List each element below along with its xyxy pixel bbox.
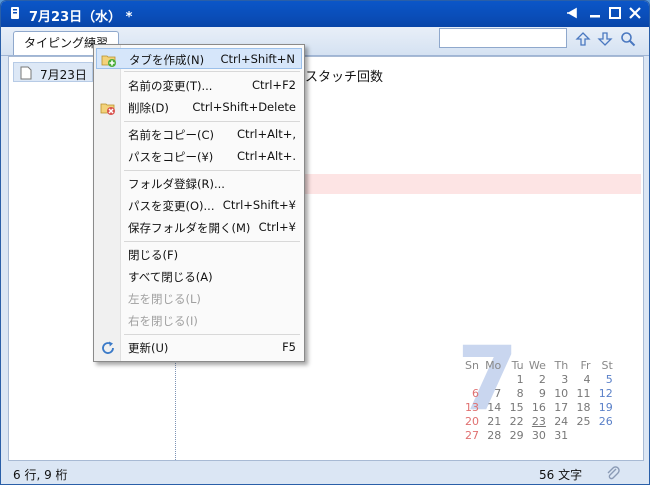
- calendar-day: 4: [583, 373, 591, 386]
- calendar-day: 27: [465, 429, 479, 442]
- search-input[interactable]: [439, 28, 567, 48]
- calendar-day: 25: [576, 415, 591, 428]
- calendar-day: 29: [509, 429, 524, 442]
- menu-item-close-right[interactable]: 右を閉じる(I): [96, 310, 302, 331]
- calendar-day: 16: [531, 401, 546, 414]
- delete-folder-icon: [100, 103, 115, 115]
- arrow-down-icon[interactable]: [597, 31, 613, 47]
- document-icon: [20, 66, 32, 80]
- menu-item-copy-path[interactable]: パスをコピー(¥) Ctrl+Alt+.: [96, 146, 302, 167]
- minimize-icon[interactable]: [588, 6, 602, 20]
- title-bar[interactable]: 7月23日（水） *: [1, 1, 649, 27]
- calendar-day: 9: [538, 387, 546, 400]
- calendar-day: 2: [538, 373, 546, 386]
- calendar-day: 19: [598, 401, 613, 414]
- menu-item-register-folder[interactable]: フォルダ登録(R)...: [96, 173, 302, 194]
- editor-text[interactable]: スタッチ回数: [305, 66, 383, 85]
- maximize-icon[interactable]: [608, 6, 622, 20]
- calendar-day: 1: [516, 373, 524, 386]
- close-icon[interactable]: [628, 6, 642, 20]
- calendar-day: 8: [516, 387, 524, 400]
- menu-item-copy-name[interactable]: 名前をコピー(C) Ctrl+Alt+,: [96, 124, 302, 145]
- calendar-day: 17: [554, 401, 569, 414]
- calendar-weekday-header: Sn: [465, 359, 479, 372]
- calendar-day: 22: [509, 415, 524, 428]
- calendar-day: 15: [509, 401, 524, 414]
- calendar-day: 30: [531, 429, 546, 442]
- app-icon[interactable]: [8, 6, 22, 20]
- calendar-day: 20: [465, 415, 479, 428]
- context-menu: タブを作成(N) Ctrl+Shift+N 名前の変更(T)... Ctrl+F…: [93, 44, 305, 362]
- calendar-day: 21: [487, 415, 502, 428]
- menu-separator: [124, 334, 300, 335]
- refresh-icon: [102, 341, 114, 354]
- window-title: 7月23日（水） *: [29, 10, 133, 25]
- calendar-weekday-header: St: [601, 359, 613, 372]
- pin-icon[interactable]: [566, 6, 580, 20]
- menu-separator: [124, 71, 300, 72]
- calendar-day: 5: [605, 373, 613, 386]
- calendar-weekday-header: We: [528, 359, 546, 372]
- menu-separator: [124, 241, 300, 242]
- cursor-position: 6 行, 9 桁: [13, 468, 68, 482]
- calendar-day: 12: [598, 387, 613, 400]
- menu-item-close-left[interactable]: 左を閉じる(L): [96, 288, 302, 309]
- menu-item-close[interactable]: 閉じる(F): [96, 244, 302, 265]
- menu-separator: [124, 170, 300, 171]
- calendar-day: 26: [598, 415, 613, 428]
- tree-item-label: 7月23日: [40, 68, 87, 82]
- calendar-day: 24: [554, 415, 569, 428]
- menu-item-delete[interactable]: 削除(D) Ctrl+Shift+Delete: [96, 97, 302, 118]
- calendar-day: 28: [487, 429, 502, 442]
- menu-item-create-tab[interactable]: タブを作成(N) Ctrl+Shift+N: [96, 48, 302, 69]
- add-tab-icon: [101, 55, 116, 67]
- menu-item-refresh[interactable]: 更新(U) F5: [96, 337, 302, 358]
- calendar-day: 7: [494, 387, 502, 400]
- calendar-day: 10: [554, 387, 569, 400]
- calendar-weekday-header: Tu: [511, 359, 524, 372]
- search-icon[interactable]: [620, 31, 636, 47]
- calendar-weekday-header: Fr: [580, 359, 591, 372]
- tree-item-july23[interactable]: 7月23日: [13, 62, 93, 82]
- paperclip-icon[interactable]: [605, 465, 621, 481]
- calendar-weekday-header: Mo: [485, 359, 502, 372]
- calendar-weekday-header: Th: [554, 359, 569, 372]
- menu-separator: [124, 121, 300, 122]
- calendar-day: 6: [472, 387, 479, 400]
- calendar-day: 3: [561, 373, 569, 386]
- menu-item-close-all[interactable]: すべて閉じる(A): [96, 266, 302, 287]
- menu-item-rename[interactable]: 名前の変更(T)... Ctrl+F2: [96, 75, 302, 96]
- calendar-day: 14: [487, 401, 502, 414]
- status-bar: 6 行, 9 桁 56 文字: [1, 461, 649, 484]
- app-window: 7月23日（水） * タイピング練習 7月23日 スタッチ回数 7 Sn Mo …: [0, 0, 650, 485]
- calendar-widget: 7 Sn Mo Tu We Th Fr St 1 2 3 4 5 6 7 8 9 10 11 12 13 14 15 16 1…: [457, 335, 621, 447]
- calendar-day: 11: [576, 387, 591, 400]
- calendar-day: 23: [531, 415, 546, 428]
- char-count: 56 文字: [539, 468, 583, 482]
- calendar-day: 31: [554, 429, 569, 442]
- menu-item-change-path[interactable]: パスを変更(O)... Ctrl+Shift+¥: [96, 195, 302, 216]
- menu-item-open-save-folder[interactable]: 保存フォルダを開く(M) Ctrl+¥: [96, 217, 302, 238]
- arrow-up-icon[interactable]: [575, 31, 591, 47]
- calendar-day: 13: [465, 401, 479, 414]
- calendar-day: 18: [576, 401, 591, 414]
